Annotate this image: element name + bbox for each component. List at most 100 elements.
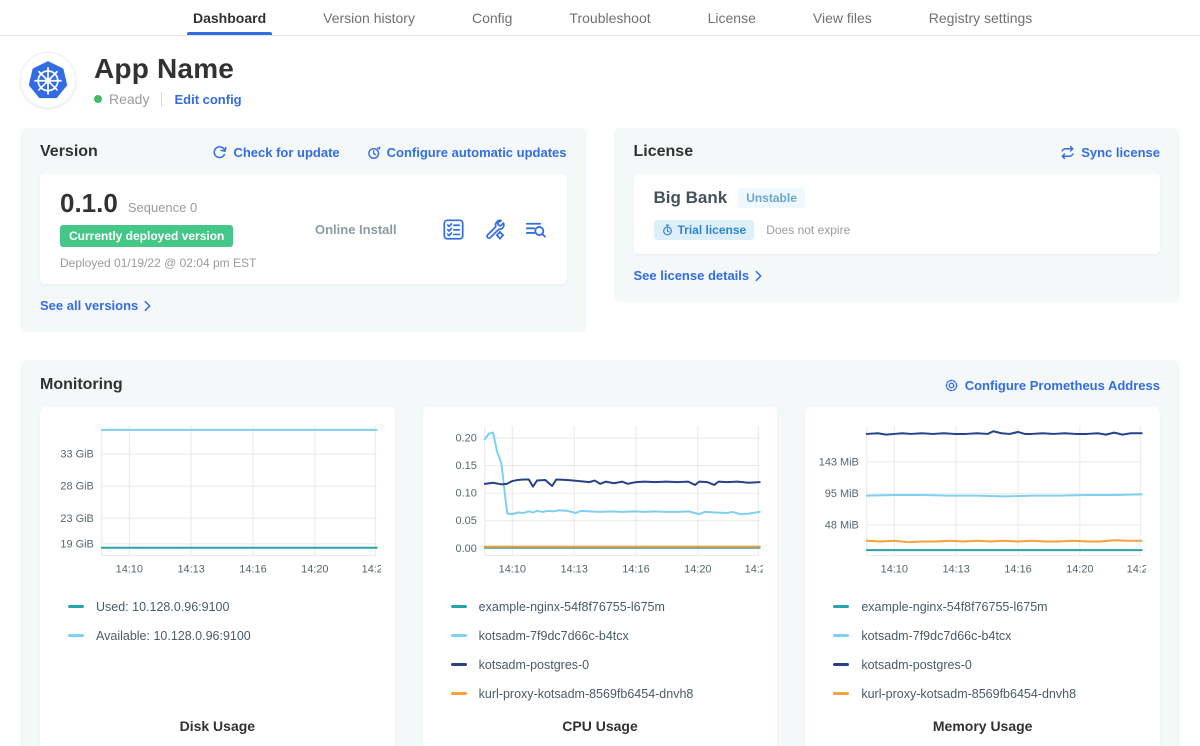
- legend-label: Used: 10.128.0.96:9100: [96, 600, 229, 614]
- charts-row: 33 GiB 28 GiB 23 GiB 19 GiB 14:10 14:13 14:16 1…: [40, 407, 1160, 746]
- sync-license-label: Sync license: [1081, 145, 1160, 160]
- edit-config-link[interactable]: Edit config: [174, 92, 241, 107]
- ready-status-dot: [94, 95, 102, 103]
- legend-label: Available: 10.128.0.96:9100: [96, 629, 251, 643]
- trial-license-label: Trial license: [678, 223, 747, 237]
- preflight-checks-button[interactable]: [442, 218, 465, 241]
- license-card: License Sync license Big Bank Unstable: [614, 128, 1181, 302]
- svg-text:14:10: 14:10: [116, 563, 143, 575]
- legend-dash-icon: [833, 692, 849, 695]
- version-card: Version Check for update Configure au: [20, 128, 587, 332]
- logs-search-icon: [524, 218, 547, 241]
- stopwatch-icon: [662, 224, 673, 236]
- app-title: App Name: [94, 53, 242, 85]
- legend-dash-icon: [833, 634, 849, 637]
- legend-dash-icon: [833, 605, 849, 608]
- svg-text:95 MiB: 95 MiB: [825, 488, 859, 500]
- wrench-gear-icon: [483, 218, 506, 241]
- legend-item: kotsadm-postgres-0: [437, 650, 764, 679]
- license-details-box: Big Bank Unstable Trial license Does not…: [634, 174, 1161, 254]
- install-type-label: Online Install: [315, 222, 442, 237]
- see-license-details-link[interactable]: See license details: [634, 268, 763, 283]
- svg-text:19 GiB: 19 GiB: [60, 538, 93, 550]
- cpu-usage-card: 0.200.150.100.050.0014:1014:1314:1614:20…: [423, 407, 778, 746]
- svg-text:23 GiB: 23 GiB: [60, 513, 93, 525]
- check-for-update-link[interactable]: Check for update: [212, 145, 339, 160]
- cpu-usage-title: CPU Usage: [437, 708, 764, 742]
- svg-text:14:23: 14:23: [744, 563, 763, 575]
- deployed-version-badge: Currently deployed version: [60, 225, 233, 247]
- svg-text:14:13: 14:13: [177, 563, 204, 575]
- svg-text:0.20: 0.20: [455, 433, 476, 445]
- svg-text:28 GiB: 28 GiB: [60, 481, 93, 493]
- legend-label: kotsadm-7f9dc7d66c-b4tcx: [861, 629, 1011, 643]
- svg-text:14:20: 14:20: [684, 563, 711, 575]
- svg-text:14:13: 14:13: [943, 563, 970, 575]
- cards-row: Version Check for update Configure au: [20, 128, 1180, 332]
- configure-prometheus-label: Configure Prometheus Address: [965, 378, 1160, 393]
- chevron-right-icon: [144, 300, 151, 312]
- legend-label: example-nginx-54f8f76755-l675m: [479, 600, 665, 614]
- svg-text:143 MiB: 143 MiB: [819, 456, 859, 468]
- see-all-versions-label: See all versions: [40, 298, 138, 313]
- tab-config[interactable]: Config: [472, 0, 512, 35]
- memory-usage-legend: example-nginx-54f8f76755-l675m kotsadm-7f…: [819, 592, 1146, 708]
- divider: [161, 92, 162, 107]
- svg-text:33 GiB: 33 GiB: [60, 449, 93, 461]
- tab-dashboard[interactable]: Dashboard: [193, 0, 266, 35]
- monitoring-title: Monitoring: [40, 376, 123, 394]
- memory-usage-title: Memory Usage: [819, 708, 1146, 742]
- view-config-button[interactable]: [483, 218, 506, 241]
- legend-label: example-nginx-54f8f76755-l675m: [861, 600, 1047, 614]
- deploy-logs-button[interactable]: [524, 218, 547, 241]
- app-header: App Name Ready Edit config: [0, 36, 1200, 118]
- legend-item: example-nginx-54f8f76755-l675m: [819, 592, 1146, 621]
- chevron-right-icon: [755, 270, 762, 282]
- legend-item: kurl-proxy-kotsadm-8569fb6454-dnvh8: [437, 679, 764, 708]
- tab-troubleshoot[interactable]: Troubleshoot: [569, 0, 650, 35]
- svg-text:14:23: 14:23: [362, 563, 381, 575]
- legend-item: example-nginx-54f8f76755-l675m: [437, 592, 764, 621]
- svg-text:14:23: 14:23: [1127, 563, 1146, 575]
- legend-dash-icon: [451, 663, 467, 666]
- legend-item: kotsadm-7f9dc7d66c-b4tcx: [437, 621, 764, 650]
- tab-license[interactable]: License: [708, 0, 756, 35]
- svg-text:14:16: 14:16: [239, 563, 266, 575]
- trial-license-badge: Trial license: [654, 220, 755, 240]
- svg-text:0.05: 0.05: [455, 515, 476, 527]
- legend-dash-icon: [68, 634, 84, 637]
- svg-text:14:10: 14:10: [881, 563, 908, 575]
- svg-text:0.15: 0.15: [455, 460, 476, 472]
- configure-automatic-updates-label: Configure automatic updates: [387, 145, 567, 160]
- legend-label: kotsadm-postgres-0: [861, 658, 971, 672]
- cpu-usage-legend: example-nginx-54f8f76755-l675m kotsadm-7f…: [437, 592, 764, 708]
- svg-text:14:16: 14:16: [622, 563, 649, 575]
- clock-refresh-icon: [366, 145, 381, 160]
- disk-usage-chart: 33 GiB 28 GiB 23 GiB 19 GiB 14:10 14:13 14:16 1…: [54, 420, 381, 582]
- cpu-usage-chart: 0.200.150.100.050.0014:1014:1314:1614:20…: [437, 420, 764, 582]
- legend-label: kotsadm-7f9dc7d66c-b4tcx: [479, 629, 629, 643]
- legend-dash-icon: [451, 634, 467, 637]
- svg-text:0.00: 0.00: [455, 543, 476, 555]
- configure-prometheus-link[interactable]: Configure Prometheus Address: [944, 378, 1160, 393]
- configure-automatic-updates-link[interactable]: Configure automatic updates: [366, 145, 567, 160]
- version-card-title: Version: [40, 143, 98, 161]
- tab-view-files[interactable]: View files: [813, 0, 872, 35]
- see-license-details-label: See license details: [634, 268, 750, 283]
- sync-license-link[interactable]: Sync license: [1060, 145, 1160, 160]
- tab-registry-settings[interactable]: Registry settings: [929, 0, 1032, 35]
- legend-dash-icon: [68, 605, 84, 608]
- see-all-versions-link[interactable]: See all versions: [40, 298, 151, 313]
- license-customer-name: Big Bank: [654, 188, 728, 208]
- top-nav: Dashboard Version history Config Troublesho…: [0, 0, 1200, 36]
- svg-text:14:16: 14:16: [1005, 563, 1032, 575]
- monitoring-section: Monitoring Configure Prometheus Address …: [20, 360, 1180, 746]
- svg-text:14:13: 14:13: [560, 563, 587, 575]
- legend-item: Available: 10.128.0.96:9100: [54, 621, 381, 650]
- kubernetes-logo-icon: [20, 52, 76, 108]
- legend-label: kotsadm-postgres-0: [479, 658, 589, 672]
- legend-label: kurl-proxy-kotsadm-8569fb6454-dnvh8: [861, 687, 1076, 701]
- memory-usage-card: 143 MiB95 MiB48 MiB14:1014:1314:1614:201…: [805, 407, 1160, 746]
- tab-version-history[interactable]: Version history: [323, 0, 415, 35]
- gear-icon: [944, 378, 959, 393]
